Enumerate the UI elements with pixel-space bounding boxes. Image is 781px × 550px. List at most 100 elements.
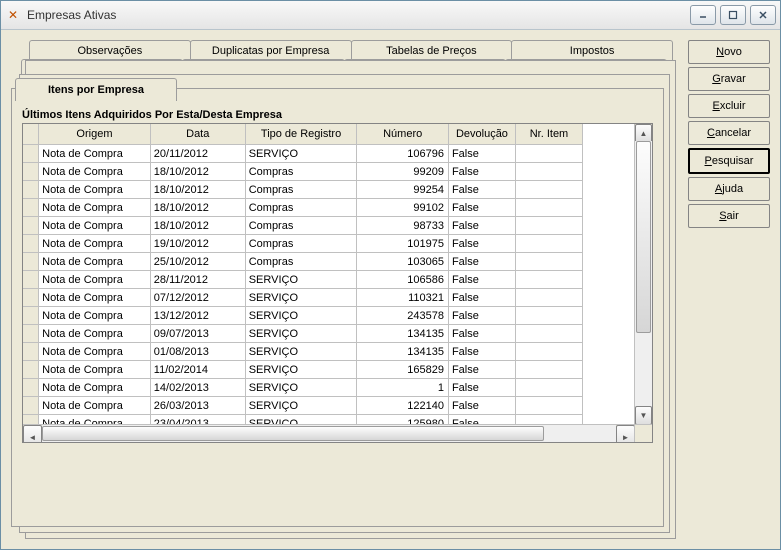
col-header-devolucao[interactable]: Devolução: [448, 124, 515, 145]
cell-data[interactable]: 25/10/2012: [150, 253, 245, 271]
close-button[interactable]: [750, 5, 776, 25]
cell-nritem[interactable]: [515, 307, 582, 325]
cell-devolucao[interactable]: False: [448, 163, 515, 181]
cell-numero[interactable]: 122140: [357, 397, 449, 415]
cell-nritem[interactable]: [515, 361, 582, 379]
cell-data[interactable]: 09/07/2013: [150, 325, 245, 343]
cell-origem[interactable]: Nota de Compra: [39, 145, 151, 163]
horizontal-scrollbar[interactable]: ◄ ►: [23, 424, 635, 442]
cell-origem[interactable]: Nota de Compra: [39, 163, 151, 181]
cell-devolucao[interactable]: False: [448, 181, 515, 199]
cell-devolucao[interactable]: False: [448, 379, 515, 397]
cell-numero[interactable]: 103065: [357, 253, 449, 271]
cell-nritem[interactable]: [515, 397, 582, 415]
table-row[interactable]: Nota de Compra20/11/2012SERVIÇO106796Fal…: [23, 145, 583, 163]
table-row[interactable]: Nota de Compra28/11/2012SERVIÇO106586Fal…: [23, 271, 583, 289]
cell-nritem[interactable]: [515, 163, 582, 181]
col-header-nritem[interactable]: Nr. Item: [515, 124, 582, 145]
cell-tipo[interactable]: SERVIÇO: [245, 397, 357, 415]
cell-nritem[interactable]: [515, 271, 582, 289]
table-row[interactable]: Nota de Compra25/10/2012Compras103065Fal…: [23, 253, 583, 271]
row-header-cell[interactable]: [23, 145, 39, 163]
cell-origem[interactable]: Nota de Compra: [39, 397, 151, 415]
cell-tipo[interactable]: SERVIÇO: [245, 289, 357, 307]
cell-origem[interactable]: Nota de Compra: [39, 289, 151, 307]
cell-numero[interactable]: 106796: [357, 145, 449, 163]
cell-numero[interactable]: 101975: [357, 235, 449, 253]
row-header-cell[interactable]: [23, 163, 39, 181]
cell-data[interactable]: 26/03/2013: [150, 397, 245, 415]
novo-button[interactable]: Novo: [688, 40, 770, 64]
cell-tipo[interactable]: Compras: [245, 163, 357, 181]
vscroll-thumb[interactable]: [636, 141, 651, 333]
cell-origem[interactable]: Nota de Compra: [39, 271, 151, 289]
row-header-cell[interactable]: [23, 253, 39, 271]
cell-tipo[interactable]: Compras: [245, 217, 357, 235]
cell-nritem[interactable]: [515, 145, 582, 163]
cell-devolucao[interactable]: False: [448, 217, 515, 235]
cell-devolucao[interactable]: False: [448, 271, 515, 289]
titlebar[interactable]: ✕ Empresas Ativas: [1, 1, 780, 30]
row-header-cell[interactable]: [23, 217, 39, 235]
row-header-cell[interactable]: [23, 343, 39, 361]
cell-data[interactable]: 28/11/2012: [150, 271, 245, 289]
scroll-down-button[interactable]: ▼: [635, 406, 652, 425]
cell-nritem[interactable]: [515, 181, 582, 199]
table-row[interactable]: Nota de Compra07/12/2012SERVIÇO110321Fal…: [23, 289, 583, 307]
cell-origem[interactable]: Nota de Compra: [39, 217, 151, 235]
cell-tipo[interactable]: SERVIÇO: [245, 325, 357, 343]
row-header-cell[interactable]: [23, 235, 39, 253]
row-header-cell[interactable]: [23, 397, 39, 415]
minimize-button[interactable]: [690, 5, 716, 25]
table-row[interactable]: Nota de Compra18/10/2012Compras98733Fals…: [23, 217, 583, 235]
cell-tipo[interactable]: SERVIÇO: [245, 307, 357, 325]
cell-devolucao[interactable]: False: [448, 307, 515, 325]
table-row[interactable]: Nota de Compra18/10/2012Compras99254Fals…: [23, 181, 583, 199]
cell-origem[interactable]: Nota de Compra: [39, 361, 151, 379]
cell-data[interactable]: 18/10/2012: [150, 163, 245, 181]
cancelar-button[interactable]: Cancelar: [688, 121, 770, 145]
cell-nritem[interactable]: [515, 235, 582, 253]
cell-devolucao[interactable]: False: [448, 325, 515, 343]
row-header-cell[interactable]: [23, 199, 39, 217]
table-row[interactable]: Nota de Compra19/10/2012Compras101975Fal…: [23, 235, 583, 253]
cell-tipo[interactable]: Compras: [245, 181, 357, 199]
row-header-cell[interactable]: [23, 379, 39, 397]
col-header-data[interactable]: Data: [150, 124, 245, 145]
cell-data[interactable]: 13/12/2012: [150, 307, 245, 325]
cell-origem[interactable]: Nota de Compra: [39, 235, 151, 253]
cell-nritem[interactable]: [515, 217, 582, 235]
cell-devolucao[interactable]: False: [448, 289, 515, 307]
scroll-left-button[interactable]: ◄: [23, 425, 42, 443]
cell-data[interactable]: 19/10/2012: [150, 235, 245, 253]
cell-tipo[interactable]: SERVIÇO: [245, 361, 357, 379]
hscroll-thumb[interactable]: [42, 426, 544, 441]
ajuda-button[interactable]: Ajuda: [688, 177, 770, 201]
cell-origem[interactable]: Nota de Compra: [39, 181, 151, 199]
cell-data[interactable]: 14/02/2013: [150, 379, 245, 397]
table-row[interactable]: Nota de Compra26/03/2013SERVIÇO122140Fal…: [23, 397, 583, 415]
cell-tipo[interactable]: Compras: [245, 253, 357, 271]
table-row[interactable]: Nota de Compra11/02/2014SERVIÇO165829Fal…: [23, 361, 583, 379]
table-row[interactable]: Nota de Compra18/10/2012Compras99209Fals…: [23, 163, 583, 181]
col-header-tipo[interactable]: Tipo de Registro: [245, 124, 357, 145]
cell-devolucao[interactable]: False: [448, 361, 515, 379]
cell-origem[interactable]: Nota de Compra: [39, 253, 151, 271]
cell-nritem[interactable]: [515, 253, 582, 271]
cell-numero[interactable]: 134135: [357, 343, 449, 361]
cell-origem[interactable]: Nota de Compra: [39, 343, 151, 361]
row-header-cell[interactable]: [23, 271, 39, 289]
cell-origem[interactable]: Nota de Compra: [39, 199, 151, 217]
cell-nritem[interactable]: [515, 325, 582, 343]
table-row[interactable]: Nota de Compra18/10/2012Compras99102Fals…: [23, 199, 583, 217]
cell-tipo[interactable]: SERVIÇO: [245, 379, 357, 397]
cell-numero[interactable]: 98733: [357, 217, 449, 235]
cell-nritem[interactable]: [515, 343, 582, 361]
scroll-right-button[interactable]: ►: [616, 425, 635, 443]
row-header-cell[interactable]: [23, 307, 39, 325]
grid-corner-header[interactable]: [23, 124, 39, 145]
cell-numero[interactable]: 99102: [357, 199, 449, 217]
row-header-cell[interactable]: [23, 325, 39, 343]
cell-devolucao[interactable]: False: [448, 253, 515, 271]
col-header-origem[interactable]: Origem: [39, 124, 151, 145]
